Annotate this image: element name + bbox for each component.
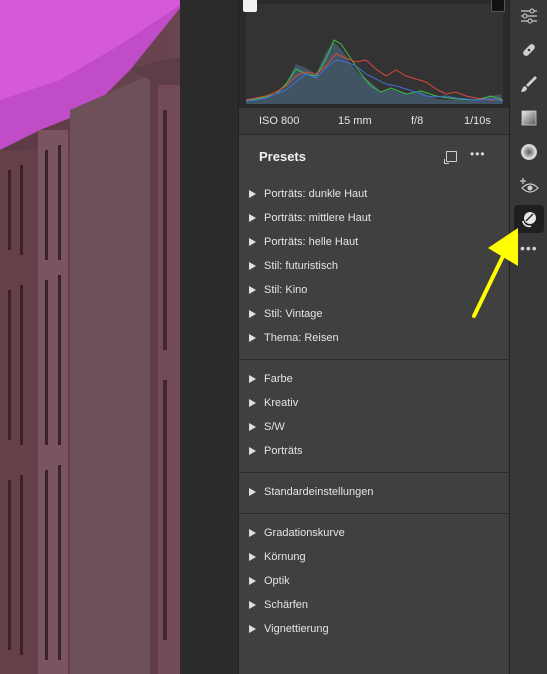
- exif-bar: ISO 800 15 mm f/8 1/10s: [239, 108, 510, 135]
- preset-group-label: Stil: Kino: [264, 284, 308, 296]
- brush-tool-button[interactable]: [514, 70, 544, 98]
- preset-group-item[interactable]: Körnung: [249, 547, 306, 567]
- shadow-clipping-toggle[interactable]: [243, 0, 257, 12]
- radial-filter-button[interactable]: [514, 138, 544, 166]
- presets-more-icon[interactable]: •••: [470, 147, 486, 161]
- preset-group-item[interactable]: Porträts: mittlere Haut: [249, 208, 371, 228]
- expand-triangle-icon: [249, 529, 256, 537]
- preset-group-item[interactable]: Optik: [249, 571, 290, 591]
- preset-group-label: Stil: futuristisch: [264, 260, 338, 272]
- expand-triangle-icon: [249, 577, 256, 585]
- preset-group-item[interactable]: Gradationskurve: [249, 523, 345, 543]
- new-preset-icon[interactable]: [444, 151, 457, 164]
- preset-group-label: Körnung: [264, 551, 306, 563]
- photo-image: [0, 0, 180, 674]
- highlight-clipping-toggle[interactable]: [491, 0, 505, 12]
- exif-shutter: 1/10s: [464, 115, 491, 127]
- expand-triangle-icon: [249, 310, 256, 318]
- preset-group-item[interactable]: Vignettierung: [249, 619, 329, 639]
- preset-group-label: Porträts: [264, 445, 303, 457]
- preset-group-label: Standardeinstellungen: [264, 486, 374, 498]
- expand-triangle-icon: [249, 423, 256, 431]
- preset-group-label: S/W: [264, 421, 285, 433]
- expand-triangle-icon: [249, 238, 256, 246]
- expand-triangle-icon: [249, 601, 256, 609]
- expand-triangle-icon: [249, 190, 256, 198]
- expand-triangle-icon: [249, 262, 256, 270]
- preset-group-item[interactable]: Stil: Kino: [249, 280, 307, 300]
- preset-group-label: Thema: Reisen: [264, 332, 339, 344]
- edit-tool-button[interactable]: [514, 2, 544, 30]
- histogram: [239, 0, 510, 108]
- annotation-arrow: [472, 228, 518, 318]
- exif-focal-length: 15 mm: [338, 115, 372, 127]
- gradient-icon: [521, 110, 537, 126]
- preset-group-item[interactable]: Schärfen: [249, 595, 308, 615]
- histogram-plot: [245, 4, 504, 104]
- preset-group-item[interactable]: Kreativ: [249, 393, 298, 413]
- expand-triangle-icon: [249, 214, 256, 222]
- exif-aperture: f/8: [411, 115, 424, 127]
- tool-strip: •••: [509, 0, 547, 674]
- preset-group-label: Schärfen: [264, 599, 309, 611]
- preset-group-label: Porträts: helle Haut: [264, 236, 359, 248]
- preset-group-item[interactable]: Porträts: helle Haut: [249, 232, 358, 252]
- expand-triangle-icon: [249, 625, 256, 633]
- preset-group-label: Porträts: dunkle Haut: [264, 188, 368, 200]
- preset-group-item[interactable]: Porträts: [249, 441, 303, 461]
- preset-group-item[interactable]: Stil: Vintage: [249, 304, 323, 324]
- preset-group-label: Gradationskurve: [264, 527, 345, 539]
- photo-canvas[interactable]: [0, 0, 180, 674]
- expand-triangle-icon: [249, 553, 256, 561]
- expand-triangle-icon: [249, 334, 256, 342]
- canvas-margin: [180, 0, 238, 674]
- sliders-icon: [521, 8, 537, 24]
- section-divider: [239, 472, 510, 473]
- brush-icon: [521, 76, 537, 92]
- redeye-icon: [520, 178, 539, 193]
- preset-group-label: Vignettierung: [264, 623, 329, 635]
- preset-group-label: Optik: [264, 575, 290, 587]
- expand-triangle-icon: [249, 399, 256, 407]
- exif-iso: ISO 800: [259, 115, 300, 127]
- healing-icon: [523, 44, 535, 56]
- radial-icon: [521, 144, 537, 160]
- expand-triangle-icon: [249, 447, 256, 455]
- preset-group-item[interactable]: Porträts: dunkle Haut: [249, 184, 367, 204]
- presets-header: Presets •••: [239, 136, 510, 174]
- presets-title: Presets: [259, 149, 306, 164]
- preset-group-item[interactable]: Farbe: [249, 369, 293, 389]
- expand-triangle-icon: [249, 375, 256, 383]
- preset-group-label: Kreativ: [264, 397, 299, 409]
- preset-group-item[interactable]: Standardeinstellungen: [249, 482, 373, 502]
- expand-triangle-icon: [249, 286, 256, 294]
- redeye-tool-button[interactable]: [514, 172, 544, 200]
- preset-group-item[interactable]: S/W: [249, 417, 285, 437]
- preset-group-item[interactable]: Thema: Reisen: [249, 328, 339, 348]
- edit-panel: ISO 800 15 mm f/8 1/10s Presets ••• Port…: [238, 0, 510, 674]
- linear-gradient-tool-button[interactable]: [514, 104, 544, 132]
- preset-group-item[interactable]: Stil: futuristisch: [249, 256, 338, 276]
- expand-triangle-icon: [249, 488, 256, 496]
- preset-group-label: Farbe: [264, 373, 293, 385]
- section-divider: [239, 359, 510, 360]
- preset-group-label: Stil: Vintage: [264, 308, 323, 320]
- section-divider: [239, 513, 510, 514]
- healing-tool-button[interactable]: [514, 36, 544, 64]
- preset-group-label: Porträts: mittlere Haut: [264, 212, 371, 224]
